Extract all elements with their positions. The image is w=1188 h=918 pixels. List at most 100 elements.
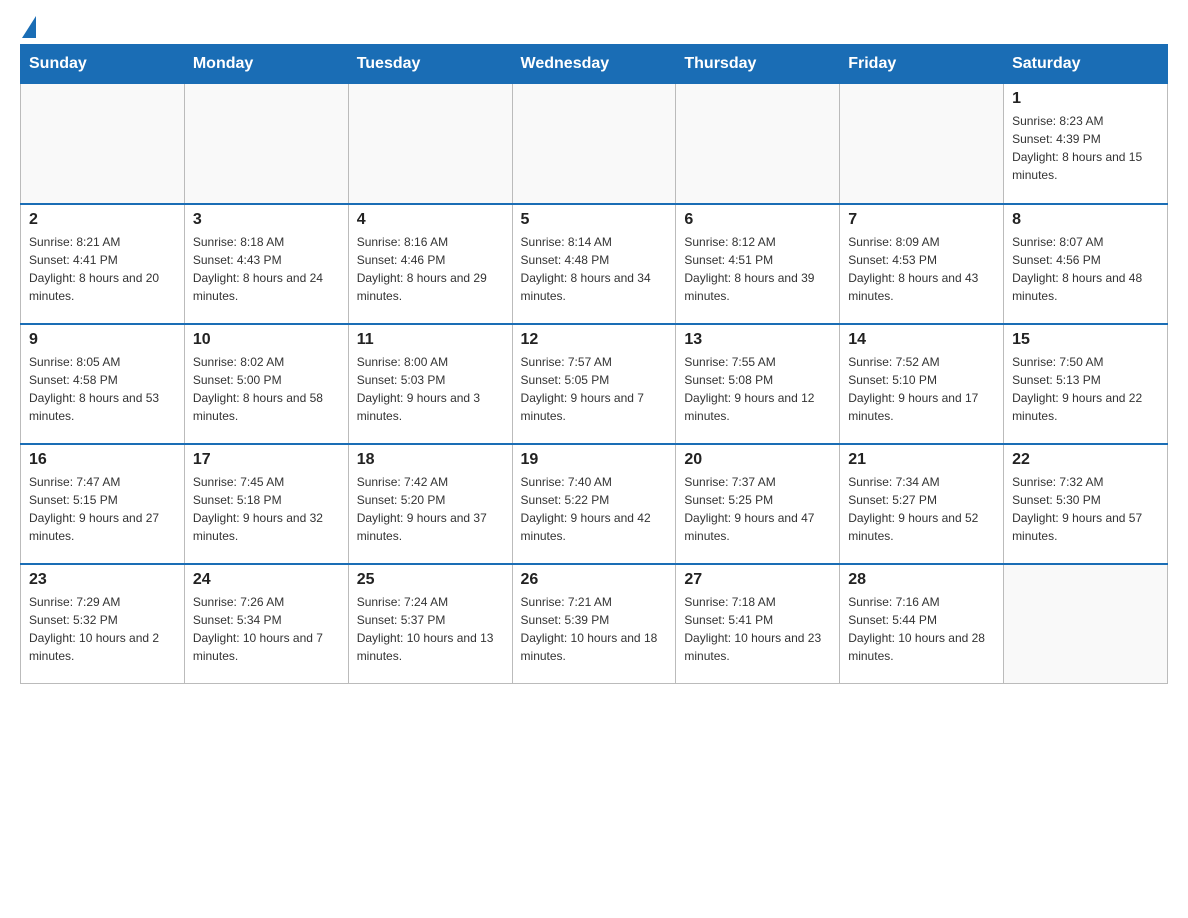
weekday-header-saturday: Saturday	[1004, 45, 1168, 84]
day-number: 8	[1012, 211, 1159, 229]
day-number: 22	[1012, 451, 1159, 469]
day-cell: 17 Sunrise: 7:45 AMSunset: 5:18 PMDayligh…	[184, 444, 348, 564]
day-number: 28	[848, 571, 995, 589]
calendar-table: SundayMondayTuesdayWednesdayThursdayFrid…	[20, 44, 1168, 684]
day-info: Sunrise: 8:12 AMSunset: 4:51 PMDaylight:…	[684, 233, 831, 305]
day-info: Sunrise: 8:07 AMSunset: 4:56 PMDaylight:…	[1012, 233, 1159, 305]
day-info: Sunrise: 7:24 AMSunset: 5:37 PMDaylight:…	[357, 593, 504, 665]
day-info: Sunrise: 7:18 AMSunset: 5:41 PMDaylight:…	[684, 593, 831, 665]
day-info: Sunrise: 7:47 AMSunset: 5:15 PMDaylight:…	[29, 473, 176, 545]
day-info: Sunrise: 8:09 AMSunset: 4:53 PMDaylight:…	[848, 233, 995, 305]
day-info: Sunrise: 7:57 AMSunset: 5:05 PMDaylight:…	[521, 353, 668, 425]
day-info: Sunrise: 7:45 AMSunset: 5:18 PMDaylight:…	[193, 473, 340, 545]
day-cell: 9 Sunrise: 8:05 AMSunset: 4:58 PMDaylight…	[21, 324, 185, 444]
week-row-3: 9 Sunrise: 8:05 AMSunset: 4:58 PMDaylight…	[21, 324, 1168, 444]
week-row-2: 2 Sunrise: 8:21 AMSunset: 4:41 PMDaylight…	[21, 204, 1168, 324]
day-cell: 16 Sunrise: 7:47 AMSunset: 5:15 PMDayligh…	[21, 444, 185, 564]
day-cell: 7 Sunrise: 8:09 AMSunset: 4:53 PMDaylight…	[840, 204, 1004, 324]
day-info: Sunrise: 8:21 AMSunset: 4:41 PMDaylight:…	[29, 233, 176, 305]
day-cell: 2 Sunrise: 8:21 AMSunset: 4:41 PMDaylight…	[21, 204, 185, 324]
logo	[20, 20, 36, 34]
day-info: Sunrise: 8:05 AMSunset: 4:58 PMDaylight:…	[29, 353, 176, 425]
day-cell: 5Sunrise: 8:14 AMSunset: 4:48 PMDaylight…	[512, 204, 676, 324]
day-info: Sunrise: 8:16 AMSunset: 4:46 PMDaylight:…	[357, 233, 504, 305]
day-cell: 4 Sunrise: 8:16 AMSunset: 4:46 PMDaylight…	[348, 204, 512, 324]
day-cell	[21, 84, 185, 204]
day-cell: 6 Sunrise: 8:12 AMSunset: 4:51 PMDaylight…	[676, 204, 840, 324]
day-number: 15	[1012, 331, 1159, 349]
day-info: Sunrise: 7:26 AMSunset: 5:34 PMDaylight:…	[193, 593, 340, 665]
day-number: 26	[521, 571, 668, 589]
day-cell: 14Sunrise: 7:52 AMSunset: 5:10 PMDayligh…	[840, 324, 1004, 444]
day-cell: 19 Sunrise: 7:40 AMSunset: 5:22 PMDayligh…	[512, 444, 676, 564]
day-cell: 18Sunrise: 7:42 AMSunset: 5:20 PMDayligh…	[348, 444, 512, 564]
day-number: 4	[357, 211, 504, 229]
day-cell	[676, 84, 840, 204]
day-info: Sunrise: 8:02 AMSunset: 5:00 PMDaylight:…	[193, 353, 340, 425]
day-number: 5	[521, 211, 668, 229]
day-cell: 25 Sunrise: 7:24 AMSunset: 5:37 PMDayligh…	[348, 564, 512, 684]
day-number: 7	[848, 211, 995, 229]
day-cell	[512, 84, 676, 204]
day-number: 24	[193, 571, 340, 589]
day-number: 10	[193, 331, 340, 349]
day-info: Sunrise: 8:23 AMSunset: 4:39 PMDaylight:…	[1012, 112, 1159, 184]
day-cell: 24 Sunrise: 7:26 AMSunset: 5:34 PMDayligh…	[184, 564, 348, 684]
day-cell: 15 Sunrise: 7:50 AMSunset: 5:13 PMDayligh…	[1004, 324, 1168, 444]
day-number: 20	[684, 451, 831, 469]
day-number: 21	[848, 451, 995, 469]
day-cell	[840, 84, 1004, 204]
day-info: Sunrise: 8:00 AMSunset: 5:03 PMDaylight:…	[357, 353, 504, 425]
day-info: Sunrise: 7:52 AMSunset: 5:10 PMDaylight:…	[848, 353, 995, 425]
day-info: Sunrise: 7:16 AMSunset: 5:44 PMDaylight:…	[848, 593, 995, 665]
week-row-5: 23 Sunrise: 7:29 AMSunset: 5:32 PMDayligh…	[21, 564, 1168, 684]
day-cell: 20 Sunrise: 7:37 AMSunset: 5:25 PMDayligh…	[676, 444, 840, 564]
day-number: 11	[357, 331, 504, 349]
day-info: Sunrise: 7:29 AMSunset: 5:32 PMDaylight:…	[29, 593, 176, 665]
week-row-4: 16 Sunrise: 7:47 AMSunset: 5:15 PMDayligh…	[21, 444, 1168, 564]
day-number: 3	[193, 211, 340, 229]
day-number: 19	[521, 451, 668, 469]
day-cell: 10 Sunrise: 8:02 AMSunset: 5:00 PMDayligh…	[184, 324, 348, 444]
day-cell: 28 Sunrise: 7:16 AMSunset: 5:44 PMDayligh…	[840, 564, 1004, 684]
weekday-header-sunday: Sunday	[21, 45, 185, 84]
week-row-1: 1 Sunrise: 8:23 AMSunset: 4:39 PMDaylight…	[21, 84, 1168, 204]
day-cell: 21 Sunrise: 7:34 AMSunset: 5:27 PMDayligh…	[840, 444, 1004, 564]
day-cell	[348, 84, 512, 204]
day-cell: 8 Sunrise: 8:07 AMSunset: 4:56 PMDaylight…	[1004, 204, 1168, 324]
day-number: 1	[1012, 90, 1159, 108]
day-cell: 1 Sunrise: 8:23 AMSunset: 4:39 PMDaylight…	[1004, 84, 1168, 204]
day-cell: 13 Sunrise: 7:55 AMSunset: 5:08 PMDayligh…	[676, 324, 840, 444]
day-number: 12	[521, 331, 668, 349]
day-cell: 23 Sunrise: 7:29 AMSunset: 5:32 PMDayligh…	[21, 564, 185, 684]
day-number: 6	[684, 211, 831, 229]
day-number: 18	[357, 451, 504, 469]
day-number: 13	[684, 331, 831, 349]
day-cell: 3 Sunrise: 8:18 AMSunset: 4:43 PMDaylight…	[184, 204, 348, 324]
weekday-header-thursday: Thursday	[676, 45, 840, 84]
page-header	[20, 20, 1168, 34]
day-info: Sunrise: 7:40 AMSunset: 5:22 PMDaylight:…	[521, 473, 668, 545]
day-number: 27	[684, 571, 831, 589]
day-number: 25	[357, 571, 504, 589]
day-cell: 12 Sunrise: 7:57 AMSunset: 5:05 PMDayligh…	[512, 324, 676, 444]
day-cell: 11 Sunrise: 8:00 AMSunset: 5:03 PMDayligh…	[348, 324, 512, 444]
weekday-header-row: SundayMondayTuesdayWednesdayThursdayFrid…	[21, 45, 1168, 84]
weekday-header-tuesday: Tuesday	[348, 45, 512, 84]
day-info: Sunrise: 7:55 AMSunset: 5:08 PMDaylight:…	[684, 353, 831, 425]
day-cell: 26Sunrise: 7:21 AMSunset: 5:39 PMDayligh…	[512, 564, 676, 684]
day-info: Sunrise: 8:18 AMSunset: 4:43 PMDaylight:…	[193, 233, 340, 305]
day-cell: 22 Sunrise: 7:32 AMSunset: 5:30 PMDayligh…	[1004, 444, 1168, 564]
day-info: Sunrise: 7:32 AMSunset: 5:30 PMDaylight:…	[1012, 473, 1159, 545]
day-cell	[184, 84, 348, 204]
day-info: Sunrise: 7:50 AMSunset: 5:13 PMDaylight:…	[1012, 353, 1159, 425]
day-info: Sunrise: 7:34 AMSunset: 5:27 PMDaylight:…	[848, 473, 995, 545]
day-number: 2	[29, 211, 176, 229]
day-cell: 27 Sunrise: 7:18 AMSunset: 5:41 PMDayligh…	[676, 564, 840, 684]
day-number: 23	[29, 571, 176, 589]
day-cell	[1004, 564, 1168, 684]
day-number: 17	[193, 451, 340, 469]
day-number: 16	[29, 451, 176, 469]
day-info: Sunrise: 7:37 AMSunset: 5:25 PMDaylight:…	[684, 473, 831, 545]
day-number: 9	[29, 331, 176, 349]
